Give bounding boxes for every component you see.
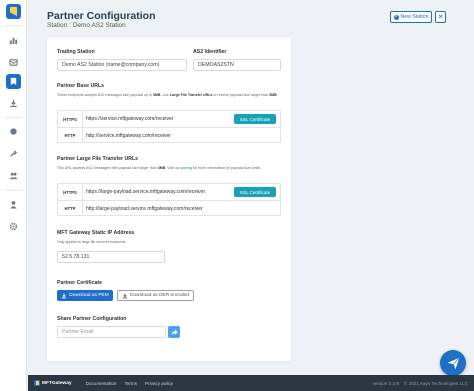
large-http-url-row: HTTP http://large-payload.service.mftgat… (58, 200, 280, 216)
as2-identifier-label: AS2 Identifier (193, 49, 227, 55)
footer-brand-label: MFTGateway (42, 380, 72, 386)
download-der-button[interactable]: Download as DER encoded (117, 290, 194, 301)
download-pem-label: Download as PEM (69, 293, 109, 298)
sidebar-divider (5, 117, 22, 118)
sidebar-divider (5, 190, 22, 191)
static-ip-note: Only applies to large file receiver endp… (57, 240, 126, 244)
large-https-url-row: HTTPS https://large-payload.service.mftg… (58, 184, 280, 200)
trading-station-label: Trading Station (57, 49, 95, 55)
page-subtitle: Station : Demo AS2 Station (47, 22, 126, 29)
sidebar-divider (5, 25, 22, 26)
http-url-row: HTTP http://service.mftgateway.com/recei… (58, 127, 280, 143)
large-http-url[interactable]: http://large-payload.service.mftgateway.… (82, 201, 280, 216)
download-der-label: Download as DER encoded (130, 293, 189, 298)
partner-config-card: Trading Station Demo AS2 Station (name@c… (47, 37, 291, 361)
partners-icon[interactable] (6, 124, 21, 139)
download-icon[interactable] (6, 96, 21, 111)
base-urls-note: These endpoints accepts AS2 messages wit… (57, 93, 277, 97)
app-logo[interactable] (6, 4, 21, 19)
https-label: HTTPS (63, 189, 77, 195)
footer-link-privacy[interactable]: Privacy policy (145, 381, 173, 386)
page-title: Partner Configuration (47, 10, 156, 22)
partner-email-input[interactable]: Partner Email (57, 326, 166, 338)
dashboard-icon[interactable] (6, 33, 21, 48)
footer-link-terms[interactable]: Terms (125, 381, 138, 386)
as2-identifier-field[interactable]: DEMOAS2STN (193, 59, 281, 71)
http-url[interactable]: http://service.mftgateway.com/receiver (82, 128, 280, 143)
base-urls-label: Partner Base URLs (57, 83, 104, 89)
footer-copyright: © 2021 Aayu Technologies LLC (403, 380, 468, 386)
static-ip-label: MFT Gateway Static IP Address (57, 230, 135, 236)
https-label: HTTPS (63, 116, 77, 122)
plus-icon: + (393, 13, 399, 20)
http-label: HTTP (64, 206, 76, 211)
messages-icon[interactable] (6, 55, 21, 70)
download-pem-button[interactable]: Download as PEM (57, 290, 113, 301)
base-urls-table: HTTPS https://service.mftgateway.com/rec… (57, 110, 281, 143)
https-url-row: HTTPS https://service.mftgateway.com/rec… (58, 111, 280, 127)
footer-link-documentation[interactable]: Documentation (86, 381, 117, 386)
share-icon (171, 329, 178, 335)
static-ip-field[interactable]: 52.5.78.131 (57, 251, 165, 263)
download-icon (62, 293, 67, 298)
download-icon (122, 293, 128, 298)
share-label: Share Partner Configuration (57, 316, 127, 322)
send-fab-button[interactable] (440, 350, 466, 376)
certificate-label: Partner Certificate (57, 280, 102, 286)
ssl-certificate-button[interactable]: SSL Certificate (234, 114, 276, 124)
large-ssl-certificate-button[interactable]: SSL Certificate (234, 187, 276, 197)
gear-icon[interactable] (6, 219, 21, 234)
footer: MFTGateway Documentation Terms Privacy p… (28, 375, 474, 391)
stations-icon[interactable] (6, 74, 21, 89)
new-station-label: New Station (400, 14, 429, 20)
settings-icon[interactable] (6, 146, 21, 161)
users-icon[interactable] (6, 168, 21, 183)
trading-station-field[interactable]: Demo AS2 Station (name@company.com) (57, 59, 187, 71)
pricing-link[interactable]: pricing (181, 166, 192, 170)
account-icon[interactable] (6, 197, 21, 212)
footer-brand[interactable]: MFTGateway (34, 380, 72, 386)
large-urls-label: Partner Large File Transfer URLs (57, 156, 139, 162)
close-button[interactable]: ✕ (435, 11, 446, 23)
large-urls-note: This URL accepts AS2 messages with paylo… (57, 166, 262, 170)
footer-logo-icon (34, 380, 40, 386)
sidebar (0, 0, 27, 391)
new-station-button[interactable]: + New Station (390, 11, 432, 23)
large-urls-table: HTTPS https://large-payload.service.mftg… (57, 183, 281, 216)
http-label: HTTP (64, 133, 76, 138)
share-button[interactable] (168, 326, 180, 338)
footer-version: version 2.2.8 (372, 380, 399, 386)
paper-plane-icon (447, 356, 460, 369)
